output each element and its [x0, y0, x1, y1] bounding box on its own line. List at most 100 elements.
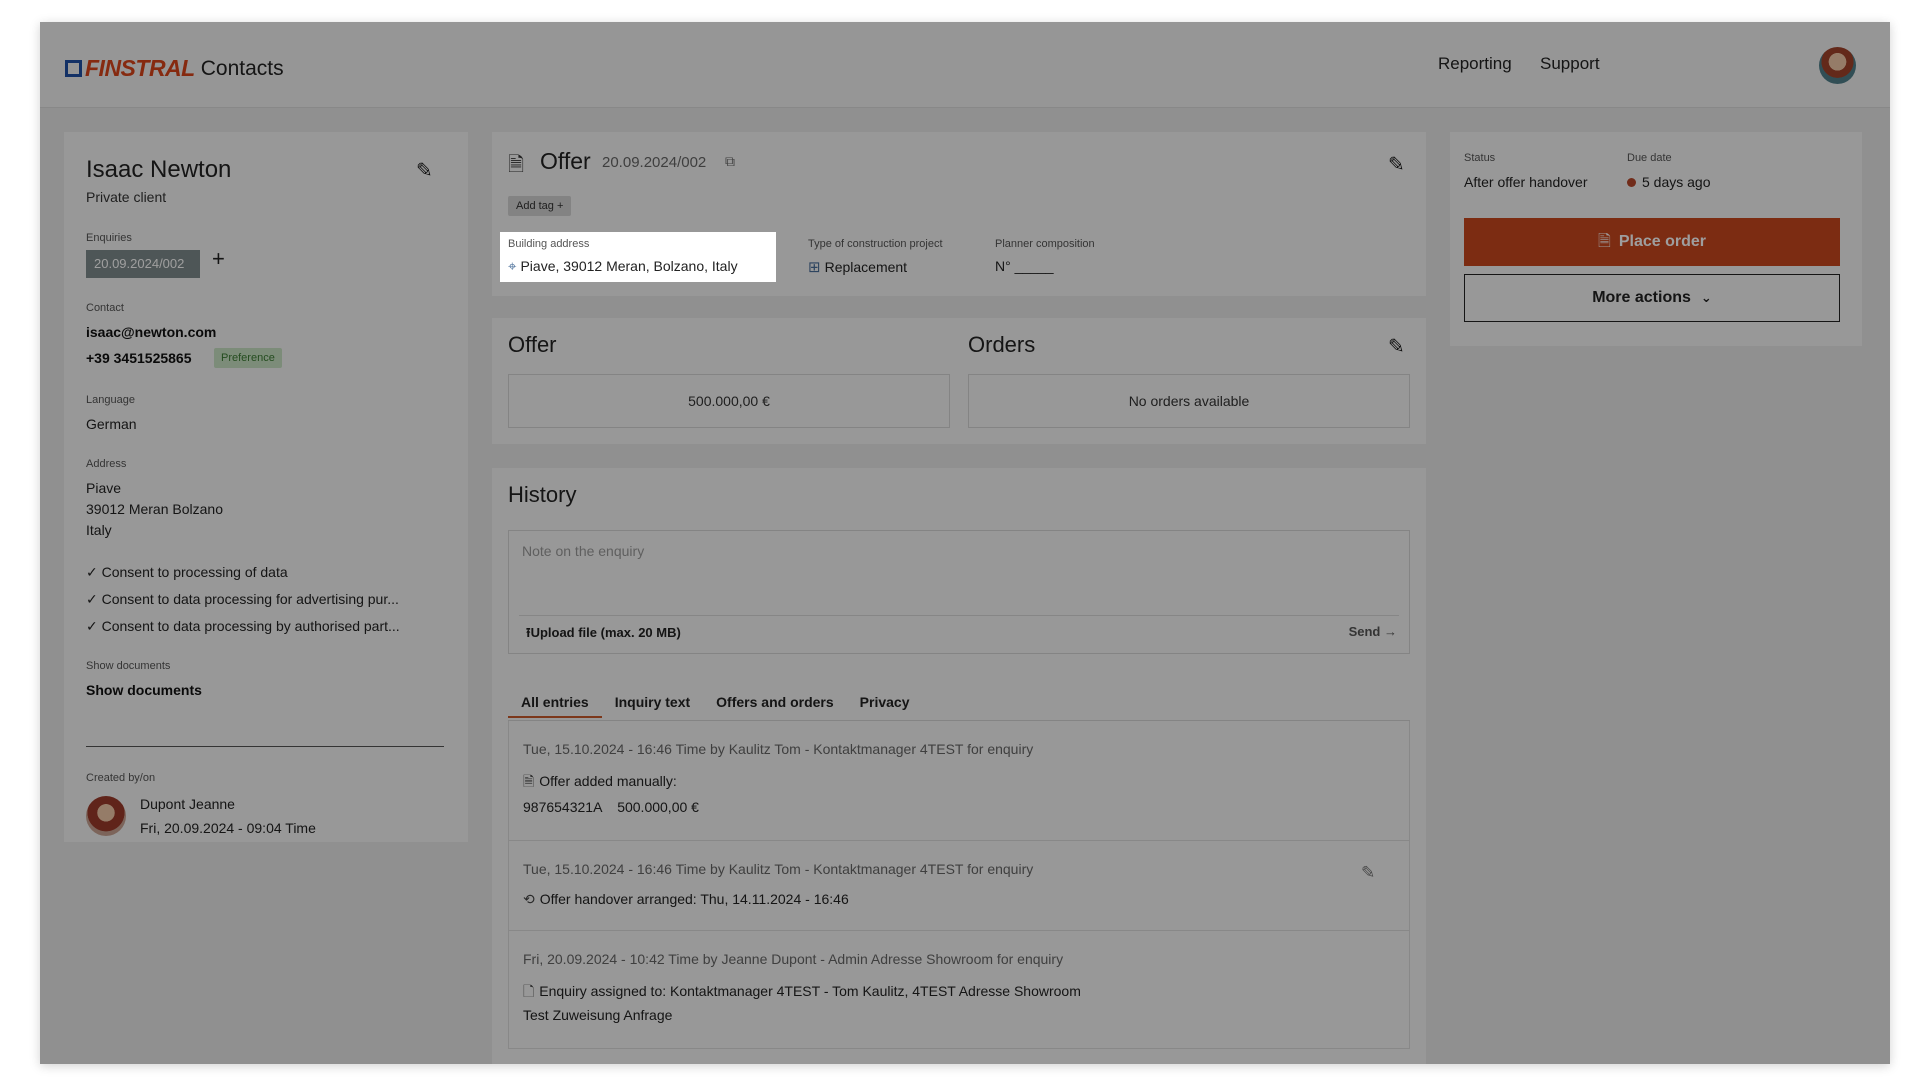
entry-text: Offer handover arranged: Thu, 14.11.2024… — [539, 891, 849, 907]
entry-line-2: Test Zuweisung Anfrage — [523, 1007, 673, 1023]
orders-section-title: Orders — [968, 332, 1036, 357]
chevron-down-icon: ⌄ — [1700, 290, 1712, 305]
consent-text: Consent to data processing by authorised… — [101, 618, 400, 634]
history-entry: Tue, 15.10.2024 - 16:46 Time by Kaulitz … — [508, 841, 1410, 931]
contact-phone[interactable]: +39 3451525865 — [86, 350, 192, 366]
entry-line: 🗎 Offer added manually: — [523, 771, 677, 795]
history-entry: Tue, 15.10.2024 - 16:46 Time by Kaulitz … — [508, 721, 1410, 841]
entry-text: Enquiry assigned to: Kontaktmanager 4TES… — [539, 983, 1081, 999]
show-documents-link[interactable]: Show documents — [86, 682, 202, 698]
spotlight-address-value: ⌖ Piave, 39012 Meran, Bolzano, Italy — [508, 258, 738, 275]
edit-orders-pencil-icon[interactable]: ✎ — [1388, 334, 1405, 359]
address-line-1: Piave — [86, 480, 122, 496]
place-order-button[interactable]: 🗎 Place order — [1464, 218, 1840, 266]
copy-icon[interactable]: ⧉ — [725, 153, 735, 170]
entry-meta: Tue, 15.10.2024 - 16:46 Time by Kaulitz … — [523, 861, 1034, 877]
address-line-2: 39012 Meran Bolzano — [86, 501, 223, 517]
status-label: Status — [1464, 152, 1496, 164]
spotlight-address-text: Piave, 39012 Meran, Bolzano, Italy — [520, 258, 738, 274]
history-title: History — [508, 482, 577, 507]
enquiry-chip[interactable]: 20.09.2024/002 — [86, 250, 200, 278]
consent-item: ✓ Consent to data processing for adverti… — [86, 591, 399, 608]
entry-text: Offer added manually: — [539, 773, 677, 789]
status-card: Status After offer handover Due date 5 d… — [1450, 132, 1862, 346]
tab-all-entries[interactable]: All entries — [508, 694, 602, 718]
upload-label: Upload file (max. 20 MB) — [530, 625, 681, 640]
finstral-logo-mark — [65, 60, 82, 77]
offer-value-box: 500.000,00 € — [508, 374, 950, 428]
more-actions-label: More actions — [1592, 289, 1691, 306]
tab-offers-orders[interactable]: Offers and orders — [703, 694, 846, 718]
created-on: Fri, 20.09.2024 - 09:04 Time — [140, 820, 316, 836]
history-card: History Note on the enquiry ⭱Upload file… — [492, 468, 1426, 1064]
app-window: FINSTRAL Contacts Reporting Support Isaa… — [40, 22, 1890, 1064]
edit-entry-pencil-icon[interactable]: ✎ — [1361, 863, 1375, 883]
history-entry: Fri, 20.09.2024 - 10:42 Time by Jeanne D… — [508, 931, 1410, 1049]
user-avatar[interactable] — [1819, 47, 1856, 84]
language-value: German — [86, 416, 137, 432]
creator-avatar — [86, 796, 126, 836]
offer-document-icon: 🗎 — [508, 154, 525, 176]
construction-type-label: Type of construction project — [808, 238, 943, 250]
add-tag-button[interactable]: Add tag + — [508, 196, 572, 216]
documents-label: Show documents — [86, 660, 171, 672]
upload-file-button[interactable]: ⭱Upload file (max. 20 MB) — [526, 624, 681, 646]
send-button[interactable]: Send → — [1349, 624, 1397, 639]
tab-inquiry-text[interactable]: Inquiry text — [602, 694, 703, 718]
entry-meta: Tue, 15.10.2024 - 16:46 Time by Kaulitz … — [523, 741, 1034, 757]
consent-item: ✓ Consent to processing of data — [86, 564, 288, 581]
building-address-spotlight[interactable]: Building address ⌖ Piave, 39012 Meran, Bo… — [500, 232, 776, 282]
due-date-label: Due date — [1627, 152, 1672, 164]
offer-number: 20.09.2024/002 — [602, 154, 707, 171]
map-pin-icon: ⌖ — [508, 258, 517, 275]
assign-document-icon: 🗋 — [523, 983, 535, 999]
note-placeholder: Note on the enquiry — [522, 543, 645, 559]
offer-title: Offer — [540, 148, 591, 174]
planner-label: Planner composition — [995, 238, 1095, 250]
check-icon: ✓ — [86, 564, 102, 580]
summary-card: Offer Orders ✎ 500.000,00 € No orders av… — [492, 318, 1426, 444]
edit-offer-pencil-icon[interactable]: ✎ — [1388, 152, 1405, 177]
add-enquiry-plus-icon[interactable]: + — [212, 246, 225, 272]
planner-value: N° _____ — [995, 258, 1054, 274]
note-input-box[interactable]: Note on the enquiry ⭱Upload file (max. 2… — [508, 530, 1410, 654]
consent-text: Consent to data processing for advertisi… — [101, 591, 399, 607]
construction-type-text: Replacement — [824, 259, 908, 275]
divider — [86, 746, 444, 747]
client-type: Private client — [86, 189, 167, 205]
history-tabs: All entries Inquiry text Offers and orde… — [508, 694, 922, 718]
place-order-label: Place order — [1618, 233, 1707, 250]
offer-section-title: Offer — [508, 332, 557, 357]
app-title: Contacts — [200, 56, 284, 80]
created-label: Created by/on — [86, 772, 156, 784]
nav-support[interactable]: Support — [1540, 54, 1600, 74]
offer-document-icon: 🗎 — [523, 773, 535, 789]
status-value: After offer handover — [1464, 174, 1588, 190]
language-label: Language — [86, 394, 135, 406]
preference-badge: Preference — [214, 348, 282, 368]
entry-line-2: 987654321A 500.000,00 € — [523, 799, 699, 815]
contact-card: Isaac Newton Private client ✎ Enquiries … — [64, 132, 468, 842]
spotlight-address-label: Building address — [508, 238, 590, 250]
consent-item: ✓ Consent to data processing by authoris… — [86, 618, 400, 635]
contact-email[interactable]: isaac@newton.com — [86, 324, 216, 340]
brand-name: FINSTRAL — [85, 55, 195, 81]
top-bar: FINSTRAL Contacts Reporting Support — [40, 22, 1890, 108]
due-date-text: 5 days ago — [1642, 174, 1711, 190]
contact-label: Contact — [86, 302, 124, 314]
tab-privacy[interactable]: Privacy — [847, 694, 923, 718]
window-icon: ⊞ — [808, 259, 821, 276]
edit-contact-pencil-icon[interactable]: ✎ — [416, 158, 433, 183]
entry-line: ⟲ Offer handover arranged: Thu, 14.11.202… — [523, 891, 849, 908]
history-entries: Tue, 15.10.2024 - 16:46 Time by Kaulitz … — [508, 721, 1410, 1049]
order-document-icon: 🗎 — [1597, 233, 1611, 250]
check-icon: ✓ — [86, 618, 102, 634]
more-actions-button[interactable]: More actions ⌄ — [1464, 274, 1840, 322]
entry-line: 🗋 Enquiry assigned to: Kontaktmanager 4TE… — [523, 981, 1081, 1005]
note-divider — [519, 615, 1399, 616]
logo[interactable]: FINSTRAL Contacts — [65, 55, 284, 82]
construction-type: ⊞ Replacement — [808, 258, 907, 276]
address-label: Address — [86, 458, 127, 470]
orders-value-box: No orders available — [968, 374, 1410, 428]
nav-reporting[interactable]: Reporting — [1438, 54, 1512, 74]
